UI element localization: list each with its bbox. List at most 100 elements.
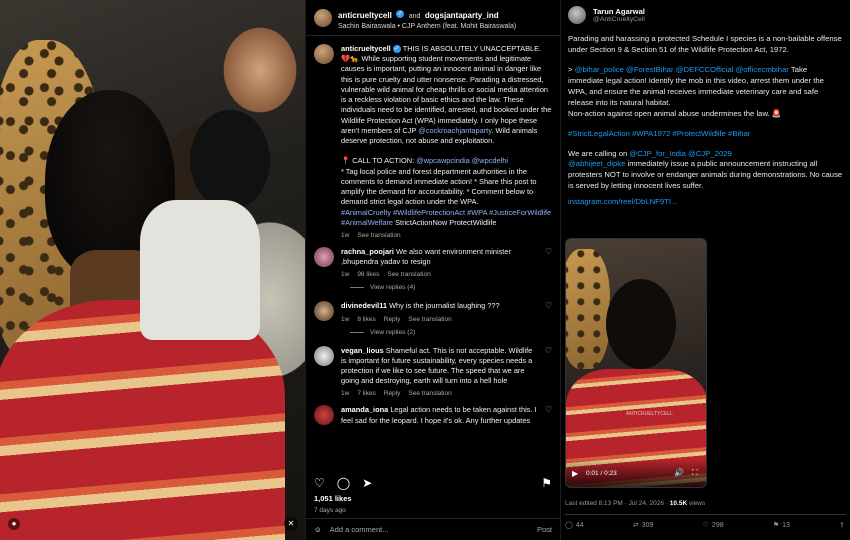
volume-icon[interactable]: 🔊 <box>674 468 684 477</box>
post-mentions-2[interactable]: @CJP_for_India @CJP_2029 <box>629 149 731 158</box>
post-actions: ♡ ◯ ➤ ⚑ <box>314 474 552 492</box>
comments-scroll[interactable]: anticrueltycell ✓ THIS IS ABSOLUTELY UNA… <box>306 40 560 468</box>
comment-username[interactable]: vegan_lious <box>341 346 384 355</box>
emoji-icon[interactable]: ☺ <box>314 525 322 534</box>
post-paragraph-1: Parading and harassing a protected Sched… <box>568 34 842 54</box>
header-username[interactable]: anticrueltycell <box>338 11 392 20</box>
views-label: views <box>688 500 706 507</box>
post-author: Tarun Agarwal @AntiCrueltyCell <box>568 6 843 24</box>
reply-icon: ◯ <box>565 522 573 529</box>
avatar[interactable] <box>568 6 586 24</box>
repost-icon: ⇄ <box>632 522 639 529</box>
repost-button[interactable]: ⇄ 309 <box>632 521 654 530</box>
comment-time: 1w <box>341 315 350 323</box>
share-icon[interactable]: ➤ <box>362 476 372 490</box>
comment-time: 1w <box>341 390 350 398</box>
video-watermark: ANTICRUELTYCELL <box>626 411 673 417</box>
caption-mention[interactable]: @cockroachjantaparty <box>418 126 491 135</box>
reply-link[interactable]: Reply <box>384 316 401 323</box>
post-mention-3[interactable]: @abhijeet_dipke <box>568 159 625 168</box>
see-translation-link[interactable]: See translation <box>387 271 430 278</box>
author-name[interactable]: Tarun Agarwal <box>593 7 645 16</box>
post-action-bar: ◯ 44 ⇄ 309 ♡ 298 ⚑ 13 ⇪ <box>565 521 845 530</box>
post-paragraph-2-end: Non-action against open animal abuse und… <box>568 108 782 118</box>
avatar[interactable] <box>314 345 334 366</box>
author-handle[interactable]: @AntiCrueltyCell <box>593 16 645 23</box>
instagram-panel: anticrueltycell ✓ and dogsjantaparty_ind… <box>305 0 561 540</box>
like-button[interactable]: ♡ 298 <box>702 521 724 530</box>
list-item: rachna_poojari We also want environment … <box>314 246 552 279</box>
header-joiner: and <box>408 13 421 20</box>
verified-icon: ✓ <box>392 45 401 54</box>
post-hashtags[interactable]: #StrictLegalAction #WPA1972 #ProtectWild… <box>568 129 843 140</box>
reply-button[interactable]: ◯ 44 <box>565 521 584 530</box>
bystander-shirt <box>140 200 260 340</box>
cta-mentions[interactable]: @wpcawpcindia @wpcdelhi <box>416 156 508 165</box>
bookmark-icon: ⚑ <box>772 522 780 529</box>
person-icon[interactable]: ● <box>8 518 20 530</box>
play-icon[interactable]: ▶ <box>572 469 578 478</box>
comment-username[interactable]: amanda_iona <box>341 405 388 414</box>
verified-icon: ✓ <box>396 9 405 18</box>
divider <box>565 514 846 515</box>
bystander-head <box>190 110 270 210</box>
last-edited[interactable]: Last edited 8:13 PM · Jul 24, 2026 · <box>565 500 668 507</box>
post-mentions[interactable]: @bihar_police @ForestBihar @DEFCCOfficia… <box>575 65 789 74</box>
comment-icon[interactable]: ◯ <box>337 476 350 490</box>
post-paragraph-3a: We are calling on <box>568 148 628 158</box>
reply-link[interactable]: Reply <box>384 390 401 397</box>
caption-username[interactable]: anticrueltycell <box>341 44 391 53</box>
avatar[interactable] <box>314 301 334 322</box>
view-replies-link[interactable]: View replies (2) <box>350 329 552 336</box>
see-translation-link[interactable]: See translation <box>408 390 451 397</box>
audio-track[interactable]: Sachin Bairaswala • CJP Anthem (feat. Mo… <box>338 23 516 30</box>
avatar[interactable] <box>314 8 332 27</box>
bookmark-icon[interactable]: ⚑ <box>541 476 552 490</box>
comment-time: 1w <box>341 271 350 279</box>
share-button[interactable]: ⇪ <box>839 521 845 529</box>
leopard-body <box>566 249 610 369</box>
heart-icon[interactable]: ♡ <box>545 405 552 425</box>
post-header: anticrueltycell ✓ and dogsjantaparty_ind… <box>306 0 560 36</box>
video-controls: ▶ 0:01 / 0:23 🔊 ⛶ <box>566 459 706 487</box>
video-frame[interactable]: ● ✕ <box>0 0 305 540</box>
caption-time: 1w <box>341 231 350 239</box>
heart-icon: ♡ <box>702 522 709 529</box>
avatar[interactable] <box>314 44 334 64</box>
share-icon: ⇪ <box>839 522 845 529</box>
speaker-muted-icon[interactable]: ✕ <box>284 517 298 531</box>
view-replies-link[interactable]: View replies (4) <box>350 284 552 291</box>
comment-likes[interactable]: 8 likes <box>357 316 375 323</box>
views-count: 10.5K <box>669 500 688 507</box>
embedded-video[interactable]: ANTICRUELTYCELL ▶ 0:01 / 0:23 🔊 ⛶ <box>565 238 707 488</box>
comment-username[interactable]: rachna_poojari <box>341 247 394 256</box>
caption-text: anticrueltycell ✓ THIS IS ABSOLUTELY UNA… <box>341 44 552 228</box>
caption: anticrueltycell ✓ THIS IS ABSOLUTELY UNA… <box>314 44 552 239</box>
comment-composer: ☺ Add a comment... Post <box>306 518 560 540</box>
post-link[interactable]: instagram.com/reel/DbLNF9TI... <box>568 197 843 208</box>
avatar[interactable] <box>314 246 334 267</box>
fullscreen-icon[interactable]: ⛶ <box>692 468 698 478</box>
post-prefix: > <box>568 64 573 74</box>
post-timestamp: Last edited 8:13 PM · Jul 24, 2026 · 10.… <box>565 500 705 507</box>
see-translation-link[interactable]: See translation <box>408 316 451 323</box>
caption-meta: 1w See translation <box>341 232 552 239</box>
post-button[interactable]: Post <box>537 525 552 534</box>
caption-hashtags-end: StrictActionNow ProtectWildlife <box>395 217 497 227</box>
list-item: divinedevil11 Why is the journalist laug… <box>314 301 552 323</box>
heart-icon[interactable]: ♡ <box>314 476 325 490</box>
bookmark-button[interactable]: ⚑ 13 <box>772 521 790 530</box>
see-translation-link[interactable]: See translation <box>357 232 400 239</box>
comment-username[interactable]: divinedevil11 <box>341 301 387 310</box>
add-comment-input[interactable]: Add a comment... <box>330 525 389 534</box>
heart-icon[interactable]: ♡ <box>545 247 552 278</box>
comment-likes[interactable]: 98 likes <box>357 271 379 278</box>
heart-icon[interactable]: ♡ <box>545 346 552 398</box>
heart-icon[interactable]: ♡ <box>545 301 552 322</box>
comment-likes[interactable]: 7 likes <box>357 390 375 397</box>
post-text: Parading and harassing a protected Sched… <box>568 34 843 208</box>
likes-count[interactable]: 1,051 likes <box>314 494 352 503</box>
avatar[interactable] <box>314 405 334 426</box>
header-username-2[interactable]: dogsjantaparty_ind <box>425 11 499 20</box>
list-item: vegan_lious Shameful act. This is not ac… <box>314 345 552 398</box>
